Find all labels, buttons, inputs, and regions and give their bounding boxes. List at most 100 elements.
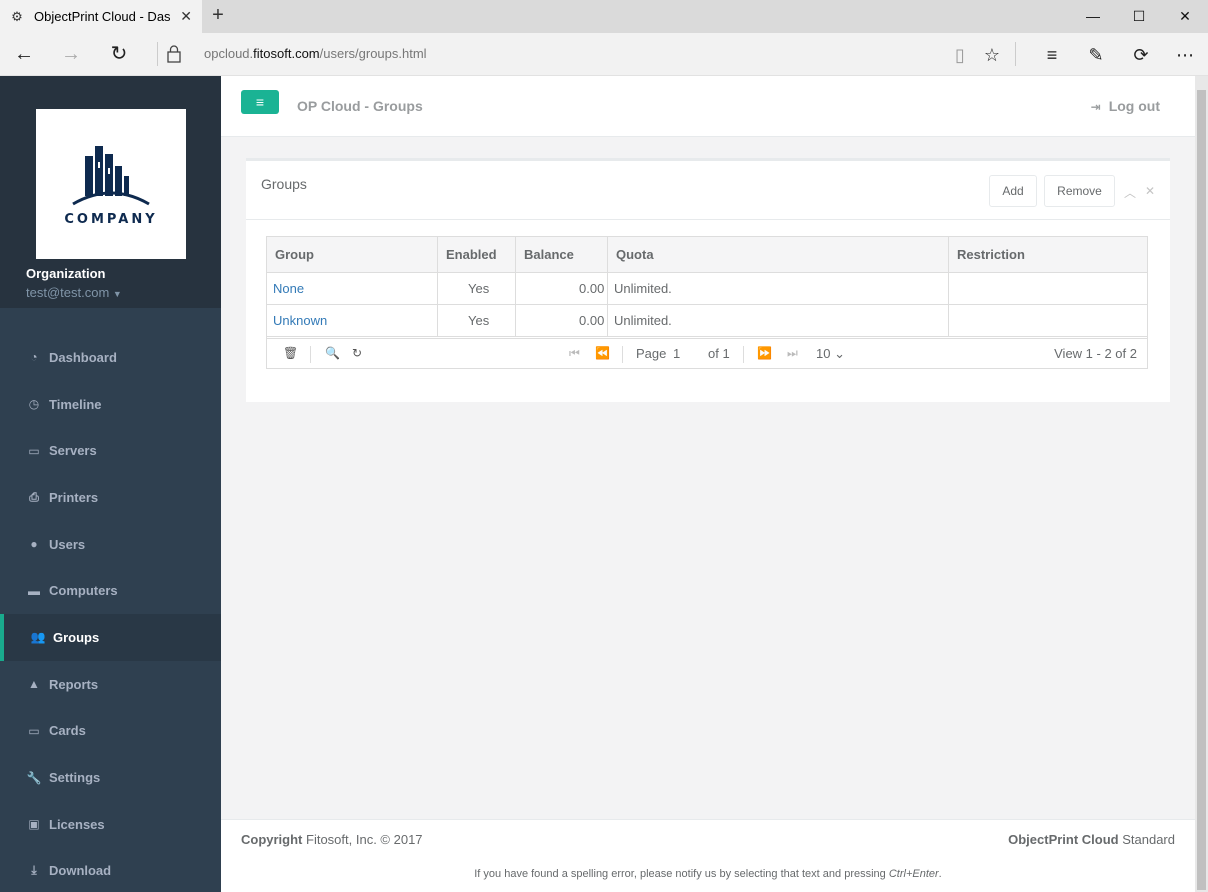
server-icon: ▭: [28, 443, 40, 458]
sign-out-icon: ⇥: [1090, 100, 1101, 114]
printer-icon: ⎙: [29, 489, 39, 504]
sidebar-item-printers[interactable]: ⎙ Printers: [0, 474, 221, 521]
copyright: Copyright Fitosoft, Inc. © 2017: [241, 832, 423, 847]
card-icon: ▭: [28, 723, 40, 738]
url-field[interactable]: opcloud.fitosoft.com/users/groups.html: [204, 46, 427, 61]
reading-view-icon[interactable]: ▯: [945, 40, 975, 70]
remove-button[interactable]: Remove: [1044, 175, 1115, 207]
minimize-icon[interactable]: —: [1070, 0, 1116, 33]
tab-title: ObjectPrint Cloud - Das: [34, 9, 171, 24]
lock-icon: [167, 45, 181, 63]
browser-titlebar: ⚙ ObjectPrint Cloud - Das ✕ + — ☐ ✕: [0, 0, 1208, 33]
back-icon[interactable]: ←: [8, 39, 40, 69]
header-balance[interactable]: Balance: [524, 247, 574, 262]
trash-icon[interactable]: 🗑: [283, 346, 298, 360]
panel-header: Groups Add Remove ︿ ✕: [246, 161, 1170, 220]
top-navbar: ≡ OP Cloud - Groups ⇥ Log out: [221, 76, 1195, 137]
page-scrollbar[interactable]: [1195, 76, 1208, 892]
browser-tab[interactable]: ⚙ ObjectPrint Cloud - Das ✕: [0, 0, 202, 33]
last-page-icon[interactable]: ⏭: [787, 346, 798, 361]
caret-down-icon: ▼: [112, 289, 122, 299]
header-quota[interactable]: Quota: [616, 247, 654, 262]
view-records-text: View 1 - 2 of 2: [1054, 346, 1137, 361]
sidebar-item-groups[interactable]: 👥 Groups: [0, 614, 221, 661]
sidebar-item-settings[interactable]: 🔧 Settings: [0, 754, 221, 801]
clock-icon: ◷: [28, 397, 40, 412]
chart-icon: ▲: [28, 677, 40, 692]
sidebar-item-dashboard[interactable]: ◔ Dashboard: [0, 334, 221, 381]
panel-title: Groups: [261, 176, 307, 192]
grid-pager: 🗑 🔍 ↻ ⏮ ⏪ Page 1 of 1 ⏩ ⏭ 10 ⌄ View 1 - …: [267, 338, 1147, 368]
pager-separator: [622, 346, 623, 363]
refresh-icon[interactable]: ↻: [103, 39, 135, 69]
sidebar-item-cards[interactable]: ▭ Cards: [0, 708, 221, 755]
sidebar-item-reports[interactable]: ▲ Reports: [0, 661, 221, 708]
laptop-icon: ▬: [28, 583, 40, 598]
logout-link[interactable]: ⇥ Log out: [1091, 98, 1160, 114]
maximize-icon[interactable]: ☐: [1116, 0, 1162, 33]
scroll-thumb[interactable]: [1197, 90, 1206, 890]
menu-toggle-button[interactable]: ≡: [241, 90, 279, 114]
pager-separator: [310, 346, 311, 363]
chevron-down-icon: ⌄: [834, 346, 845, 361]
buildings-icon: [72, 145, 150, 205]
sidebar: COMPANY Organization test@test.com ▼ ◔ Da…: [0, 76, 221, 892]
sidebar-item-licenses[interactable]: ▣ Licenses: [0, 801, 221, 848]
column-quota: [608, 237, 949, 272]
page-input[interactable]: 1: [673, 346, 680, 361]
quota-cell: Unlimited.: [614, 313, 672, 328]
dashboard-icon: ◔: [30, 350, 38, 365]
group-link[interactable]: Unknown: [273, 313, 327, 328]
balance-cell: 0.00: [579, 281, 605, 296]
sidebar-menu: ◔ Dashboard ◷ Timeline ▭ Servers ⎙ Printers …: [0, 334, 221, 892]
group-link[interactable]: None: [273, 281, 304, 296]
enabled-cell: Yes: [468, 313, 490, 328]
sidebar-item-download[interactable]: ⤓ Download: [0, 848, 221, 892]
user-icon: ●: [30, 537, 38, 552]
forward-icon[interactable]: →: [55, 39, 87, 69]
refresh-grid-icon[interactable]: ↻: [352, 346, 362, 360]
share-icon[interactable]: ⟳: [1126, 40, 1156, 70]
org-name: Organization: [26, 266, 106, 281]
favorite-star-icon[interactable]: ☆: [977, 40, 1007, 70]
header-enabled[interactable]: Enabled: [446, 247, 497, 262]
url-separator: [157, 42, 158, 66]
sidebar-item-computers[interactable]: ▬ Computers: [0, 567, 221, 614]
hamburger-icon: ≡: [255, 94, 265, 110]
rows-per-page-select[interactable]: 10 ⌄: [816, 346, 845, 362]
window-close-icon[interactable]: ✕: [1162, 0, 1208, 33]
profile-header: COMPANY Organization test@test.com ▼: [0, 76, 221, 308]
groups-panel: Groups Add Remove ︿ ✕ Group Enabled Bala…: [246, 158, 1170, 402]
page-label: Page: [636, 346, 667, 361]
wrench-icon: 🔧: [26, 770, 42, 785]
collapse-icon[interactable]: ︿: [1124, 184, 1136, 201]
org-email-dropdown[interactable]: test@test.com ▼: [26, 285, 122, 300]
sidebar-item-users[interactable]: ● Users: [0, 521, 221, 568]
table-row[interactable]: None Yes 0.00 Unlimited.: [267, 273, 1147, 305]
add-button[interactable]: Add: [989, 175, 1037, 207]
hub-icon[interactable]: ≡: [1037, 40, 1067, 70]
tab-close-icon[interactable]: ✕: [180, 8, 192, 25]
spelling-notice: If you have found a spelling error, plea…: [474, 868, 942, 880]
search-icon[interactable]: 🔍: [325, 346, 340, 360]
more-icon[interactable]: ⋯: [1170, 40, 1200, 70]
money-icon: ▣: [28, 817, 40, 832]
pager-separator: [743, 346, 744, 363]
header-group[interactable]: Group: [275, 247, 314, 262]
download-icon: ⤓: [31, 863, 37, 878]
company-logo: COMPANY: [36, 109, 186, 259]
toolbar-separator: [1015, 42, 1016, 66]
new-tab-icon[interactable]: +: [206, 4, 230, 28]
sidebar-item-timeline[interactable]: ◷ Timeline: [0, 381, 221, 428]
close-icon[interactable]: ✕: [1145, 184, 1155, 198]
header-restriction[interactable]: Restriction: [957, 247, 1025, 262]
groups-grid: Group Enabled Balance Quota Restriction …: [266, 236, 1148, 369]
table-row[interactable]: Unknown Yes 0.00 Unlimited.: [267, 305, 1147, 337]
next-page-icon[interactable]: ⏩: [757, 346, 772, 360]
web-note-icon[interactable]: ✎: [1081, 40, 1111, 70]
prev-page-icon[interactable]: ⏪: [595, 346, 610, 360]
sidebar-item-servers[interactable]: ▭ Servers: [0, 427, 221, 474]
first-page-icon[interactable]: ⏮: [569, 346, 580, 361]
page-title: OP Cloud - Groups: [297, 98, 423, 114]
page-count: of 1: [708, 346, 730, 361]
